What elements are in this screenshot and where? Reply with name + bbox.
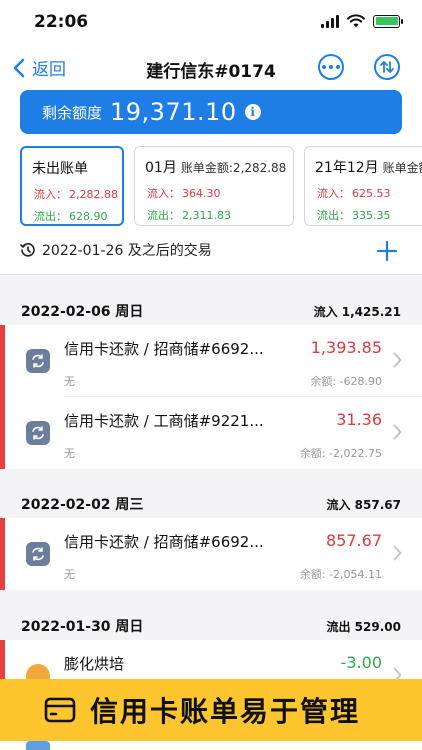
bill-card-december[interactable]: 21年12月账单金额 流入：625.53 流出：335.35 [304,146,422,226]
transaction-row[interactable]: 信用卡还款 / 工商储#9221... 无 31.36 余额: -2,022.7… [0,397,422,469]
status-icons [321,14,403,28]
banner-text: 信用卡账单易于管理 [90,695,361,728]
chevron-right-icon [393,352,402,368]
history-clock-icon [20,243,35,257]
bill-outflow: 流出： 335.35 [317,209,391,222]
transaction-name: 信用卡还款 / 招商储#6692... [64,340,264,358]
group-date: 2022-02-02 周三 [21,497,144,513]
nav-bar: 返回 建行信东#0174 [0,44,422,90]
since-label: 2022-01-26 及之后的交易 [42,243,212,259]
transaction-balance: 余额: -2,022.75 [299,447,382,460]
transaction-amount: 1,393.85 [310,338,382,357]
bill-amount: 账单金额:2,282.88 [180,161,287,175]
bill-outflow: 流出： 628.90 [34,210,108,223]
category-icon [26,741,50,750]
bill-inflow: 流入： 2,282.88 [34,188,118,201]
inflow-indicator [0,325,5,397]
credit-card-icon [44,697,76,723]
chevron-right-icon [393,545,402,561]
transaction-amount: -3.00 [340,653,382,672]
remaining-limit-bar: 剩余额度 19,371.10 i [20,90,402,134]
date-group-header: 2022-02-02 周三 流入 857.67 [0,489,422,519]
transaction-note: 无 [64,568,75,581]
status-bar: 22:06 [0,0,422,44]
bill-inflow: 流入： 625.53 [317,187,391,200]
group-date: 2022-02-06 周日 [21,304,144,320]
bill-title: 未出账单 [32,161,88,177]
repayment-icon [26,421,50,445]
info-icon[interactable]: i [244,104,261,120]
bill-outflow: 流出： 2,311.83 [147,209,231,222]
sort-button[interactable] [374,54,400,80]
transaction-name: 信用卡还款 / 招商储#6692... [64,533,264,551]
repayment-icon [26,542,50,566]
group-date: 2022-01-30 周日 [21,619,144,635]
transaction-note: 无 [64,447,75,460]
date-group-header: 2022-01-30 周日 流出 529.00 [0,611,422,641]
bottom-row-peek [0,741,422,750]
more-dots-icon [322,65,340,69]
bill-inflow: 流入： 364.30 [147,187,221,200]
add-transaction-button[interactable] [376,240,398,262]
bill-card-unbilled[interactable]: 未出账单 流入： 2,282.88 流出： 628.90 [20,146,124,226]
group-sum: 流入 1,425.21 [313,304,401,319]
transaction-name: 膨化烘培 [64,655,125,673]
limit-label: 剩余额度 [42,103,103,122]
transaction-amount: 857.67 [326,531,382,550]
transaction-balance: 余额: -2,054.11 [299,568,382,581]
inflow-indicator [0,397,5,469]
divider [0,274,422,275]
group-sum: 流出 529.00 [326,619,402,634]
chevron-right-icon [393,424,402,440]
repayment-icon [26,349,50,373]
cellular-signal-icon [321,14,339,28]
transaction-balance: 余额: -628.90 [310,375,382,388]
transaction-amount: 31.36 [336,410,382,429]
bill-card-january[interactable]: 01月 账单金额:2,282.88 流入： 364.30 流出： 2,311.83 [134,146,294,226]
transaction-row[interactable]: 信用卡还款 / 招商储#6692... 无 857.67 余额: -2,054.… [0,518,422,590]
promo-banner: 信用卡账单易于管理 [0,679,422,741]
wifi-icon [347,14,365,28]
transaction-name: 信用卡还款 / 工商储#9221... [64,412,264,430]
inflow-indicator [0,518,5,590]
bill-title: 21年12月 [315,160,379,176]
bill-amount: 账单金额 [382,161,422,175]
limit-value: 19,371.10 [110,98,237,126]
swap-arrows-icon [380,61,394,73]
date-group-header: 2022-02-06 周日 流入 1,425.21 [0,296,422,326]
page-title: 建行信东#0174 [146,62,276,82]
since-filter[interactable]: 2022-01-26 及之后的交易 [20,240,212,260]
transaction-note: 无 [64,375,75,388]
bill-title: 01月 [145,160,177,176]
status-time: 22:06 [34,12,89,32]
transaction-row[interactable]: 信用卡还款 / 招商储#6692... 无 1,393.85 余额: -628.… [0,325,422,397]
group-sum: 流入 857.67 [326,497,402,512]
battery-icon [373,14,403,28]
more-button[interactable] [318,54,344,80]
